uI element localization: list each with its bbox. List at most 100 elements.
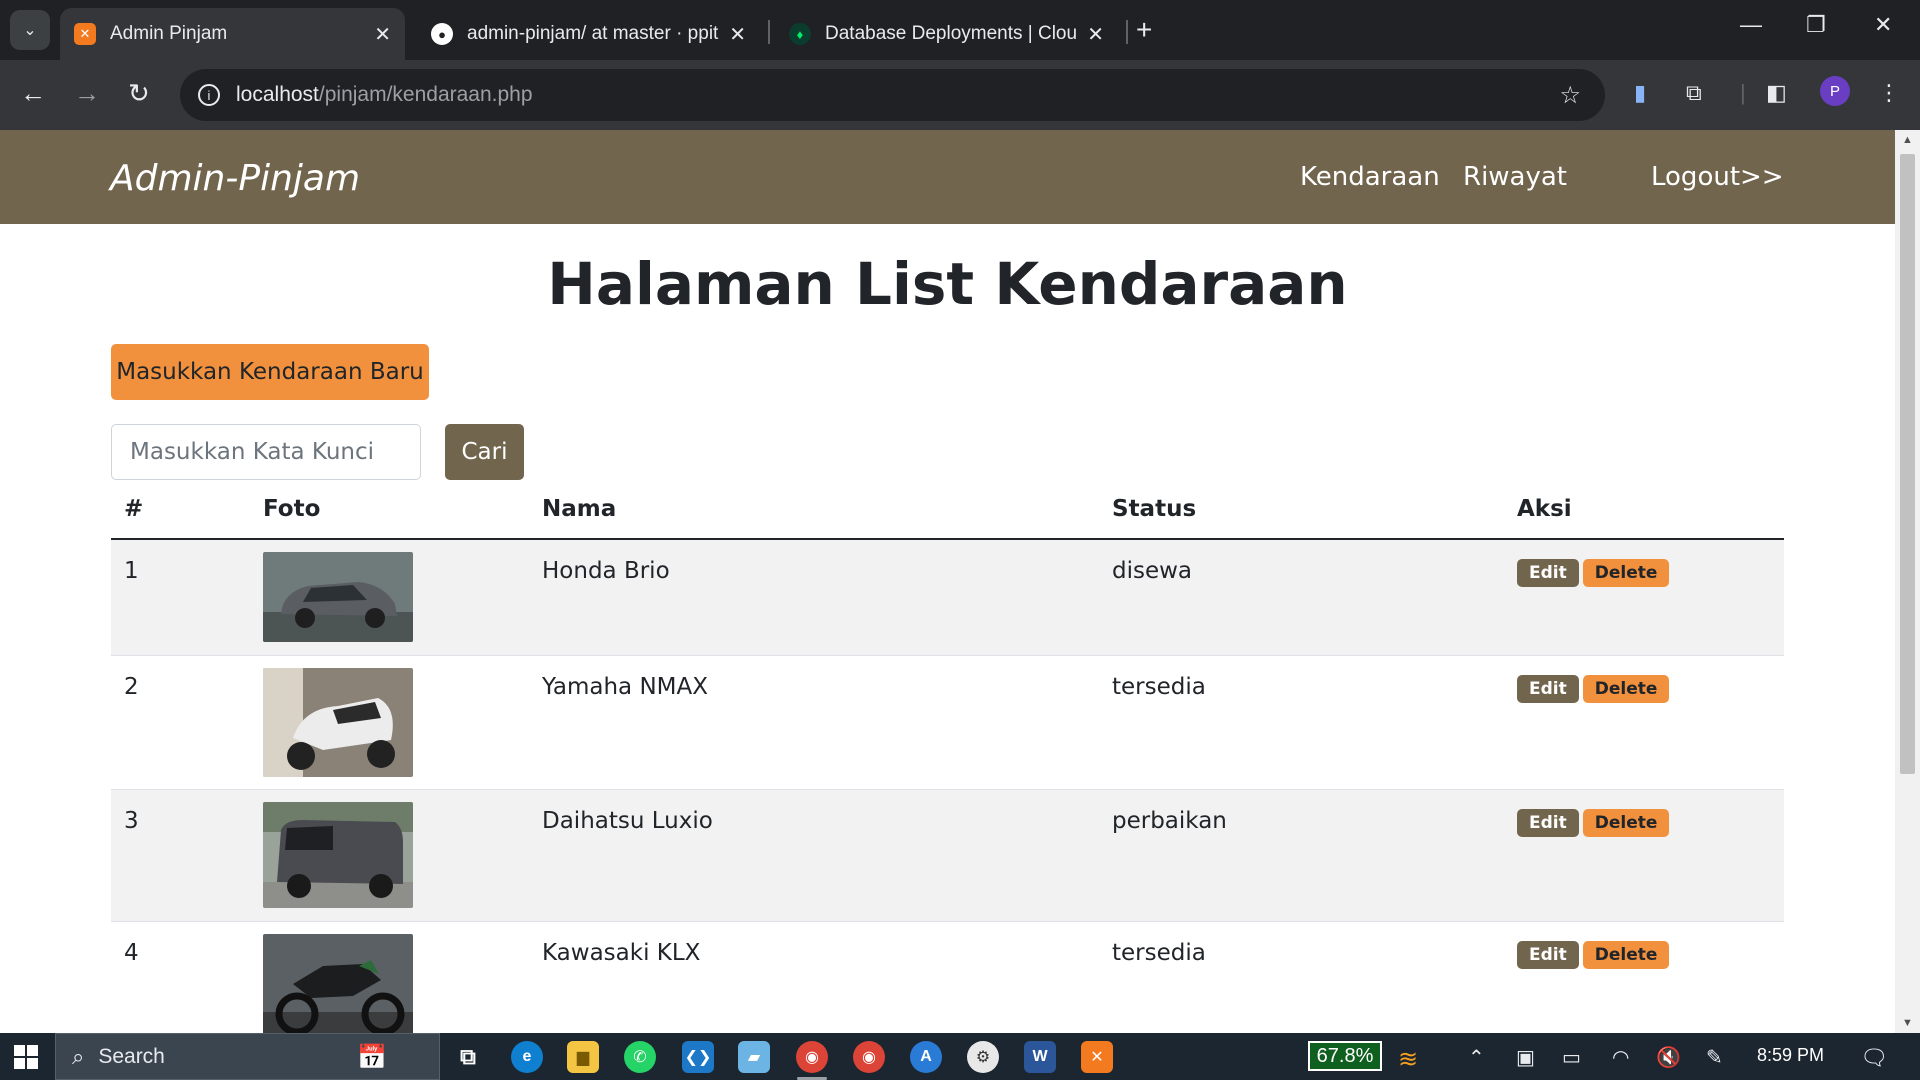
add-vehicle-button[interactable]: Masukkan Kendaraan Baru bbox=[111, 344, 429, 400]
edit-button[interactable]: Edit bbox=[1517, 808, 1579, 837]
scrollbar-thumb[interactable] bbox=[1900, 154, 1915, 774]
windows-taskbar: ⌕ Search 📅 ⧉ e ▆ ✆ ❮❯ ▰ ◉ ◉ A ⚙ W ✕ 67.8… bbox=[0, 1033, 1920, 1080]
brand-logo[interactable]: Admin-Pinjam bbox=[110, 158, 360, 199]
restore-icon[interactable]: ❐ bbox=[1806, 12, 1826, 38]
cell-foto bbox=[250, 655, 529, 790]
delete-button[interactable]: Delete bbox=[1582, 559, 1670, 587]
extension-docs-icon[interactable]: ▮ bbox=[1634, 80, 1646, 106]
table-row: 2 Yamaha NMAX tersedia Edit Delete bbox=[111, 655, 1784, 790]
back-arrow-icon[interactable]: ← bbox=[20, 78, 46, 109]
chevron-up-icon[interactable]: ⌃ bbox=[1468, 1045, 1485, 1070]
cell-no: 2 bbox=[111, 655, 250, 790]
menu-kebab-icon[interactable]: ⋮ bbox=[1878, 80, 1900, 106]
close-tab-icon[interactable]: ✕ bbox=[1087, 22, 1104, 47]
site-navbar: Admin-Pinjam Kendaraan Riwayat Logout>> bbox=[0, 130, 1895, 224]
cell-nama: Kawasaki KLX bbox=[529, 921, 1099, 1033]
profile-avatar[interactable]: P bbox=[1820, 76, 1850, 106]
site-info-icon[interactable]: i bbox=[198, 84, 220, 106]
tab-admin-pinjam[interactable]: ✕ Admin Pinjam ✕ bbox=[60, 8, 405, 60]
cell-aksi: Edit Delete bbox=[1504, 921, 1784, 1033]
page-scrollbar[interactable]: ▲ ▼ bbox=[1895, 130, 1920, 1033]
close-window-icon[interactable]: ✕ bbox=[1874, 12, 1892, 38]
vscode-icon[interactable]: ❮❯ bbox=[682, 1041, 714, 1073]
github-icon: ● bbox=[431, 23, 453, 45]
table-row: 1 Honda Brio disewa Edit Delete bbox=[111, 539, 1784, 656]
vehicle-photo bbox=[263, 667, 413, 777]
nav-link-riwayat[interactable]: Riwayat bbox=[1463, 162, 1567, 192]
address-bar[interactable]: i localhost/pinjam/kendaraan.php ☆ bbox=[180, 69, 1605, 121]
minimize-icon[interactable]: — bbox=[1740, 12, 1762, 38]
bookmark-star-icon[interactable]: ☆ bbox=[1559, 81, 1581, 110]
vehicle-table: # Foto Nama Status Aksi 1 Honda Brio dis… bbox=[111, 480, 1784, 1033]
tab-search-button[interactable]: ⌄ bbox=[10, 10, 50, 50]
new-tab-icon[interactable]: + bbox=[1136, 14, 1152, 46]
tab-mongodb[interactable]: ♦ Database Deployments | Cloud: ✕ bbox=[775, 8, 1118, 60]
col-header-aksi: Aksi bbox=[1504, 480, 1784, 540]
delete-button[interactable]: Delete bbox=[1582, 940, 1670, 969]
delete-button[interactable]: Delete bbox=[1582, 674, 1670, 703]
wifi-icon[interactable]: ◠ bbox=[1612, 1045, 1629, 1070]
notes-app-icon[interactable]: ▰ bbox=[738, 1041, 770, 1073]
edge-icon[interactable]: e bbox=[511, 1041, 543, 1073]
word-icon[interactable]: W bbox=[1024, 1041, 1056, 1073]
page-title: Halaman List Kendaraan bbox=[547, 250, 1348, 318]
cell-aksi: Edit Delete bbox=[1504, 789, 1784, 922]
tray-app-icon[interactable]: ≋ bbox=[1398, 1045, 1418, 1074]
taskbar-search-label: Search bbox=[98, 1044, 165, 1068]
chrome-icon[interactable]: ◉ bbox=[796, 1041, 828, 1073]
app-store-icon[interactable]: A bbox=[910, 1041, 942, 1073]
cell-nama: Yamaha NMAX bbox=[529, 655, 1099, 790]
tab-github[interactable]: ● admin-pinjam/ at master · ppitr ✕ bbox=[417, 8, 760, 60]
search-icon: ⌕ bbox=[72, 1043, 85, 1069]
pen-icon[interactable]: ✎ bbox=[1706, 1045, 1723, 1070]
scroll-down-icon[interactable]: ▼ bbox=[1902, 1017, 1913, 1029]
extensions-puzzle-icon[interactable]: ⧉ bbox=[1686, 80, 1702, 106]
tab-title: admin-pinjam/ at master · ppitr bbox=[467, 23, 720, 44]
browser-toolbar: ← → ↻ i localhost/pinjam/kendaraan.php ☆… bbox=[0, 60, 1920, 130]
cell-aksi: Edit Delete bbox=[1504, 655, 1784, 790]
cell-nama: Daihatsu Luxio bbox=[529, 789, 1099, 922]
vehicle-photo bbox=[263, 933, 413, 1033]
tab-separator bbox=[1126, 20, 1128, 44]
whatsapp-icon[interactable]: ✆ bbox=[624, 1041, 656, 1073]
search-button[interactable]: Cari bbox=[445, 424, 524, 480]
cell-nama: Honda Brio bbox=[529, 539, 1099, 656]
edit-button[interactable]: Edit bbox=[1517, 559, 1579, 587]
nav-link-kendaraan[interactable]: Kendaraan bbox=[1300, 162, 1440, 192]
search-input[interactable] bbox=[111, 424, 421, 480]
url-host: localhost bbox=[236, 83, 319, 106]
cell-status: perbaikan bbox=[1099, 789, 1504, 922]
edit-button[interactable]: Edit bbox=[1517, 674, 1579, 703]
taskbar-clock[interactable]: 8:59 PM bbox=[1757, 1045, 1824, 1066]
nav-link-logout[interactable]: Logout>> bbox=[1651, 162, 1784, 192]
windows-start-icon[interactable] bbox=[14, 1045, 38, 1069]
tool-app-icon[interactable]: ⚙ bbox=[967, 1041, 999, 1073]
col-header-foto: Foto bbox=[250, 480, 529, 540]
xampp-taskbar-icon[interactable]: ✕ bbox=[1081, 1041, 1113, 1073]
cell-aksi: Edit Delete bbox=[1504, 539, 1784, 656]
url-path: /pinjam/kendaraan.php bbox=[318, 83, 533, 106]
side-panel-icon[interactable]: ◧ bbox=[1766, 80, 1787, 106]
chevron-down-icon: ⌄ bbox=[23, 22, 37, 39]
cell-foto bbox=[250, 539, 529, 656]
chrome-profile-icon[interactable]: ◉ bbox=[853, 1041, 885, 1073]
tab-title: Database Deployments | Cloud: bbox=[825, 23, 1078, 44]
reload-icon[interactable]: ↻ bbox=[128, 78, 150, 109]
battery-icon[interactable]: ▭ bbox=[1562, 1045, 1581, 1070]
meet-now-icon[interactable]: ▣ bbox=[1516, 1045, 1535, 1070]
close-tab-icon[interactable]: ✕ bbox=[729, 22, 746, 47]
volume-muted-icon[interactable]: 🔇 bbox=[1656, 1045, 1681, 1070]
calendar-widget-icon[interactable]: 📅 bbox=[356, 1041, 388, 1073]
mongodb-icon: ♦ bbox=[789, 23, 811, 45]
scroll-up-icon[interactable]: ▲ bbox=[1902, 134, 1913, 146]
cell-no: 3 bbox=[111, 789, 250, 922]
close-tab-icon[interactable]: ✕ bbox=[374, 22, 391, 47]
file-explorer-icon[interactable]: ▆ bbox=[567, 1041, 599, 1073]
col-header-no: # bbox=[111, 480, 250, 540]
edit-button[interactable]: Edit bbox=[1517, 940, 1579, 969]
delete-button[interactable]: Delete bbox=[1582, 808, 1670, 837]
tab-title: Admin Pinjam bbox=[110, 23, 228, 44]
task-view-icon[interactable]: ⧉ bbox=[452, 1041, 484, 1073]
notification-icon[interactable]: 🗨 bbox=[1860, 1045, 1888, 1071]
forward-arrow-icon[interactable]: → bbox=[74, 78, 100, 109]
